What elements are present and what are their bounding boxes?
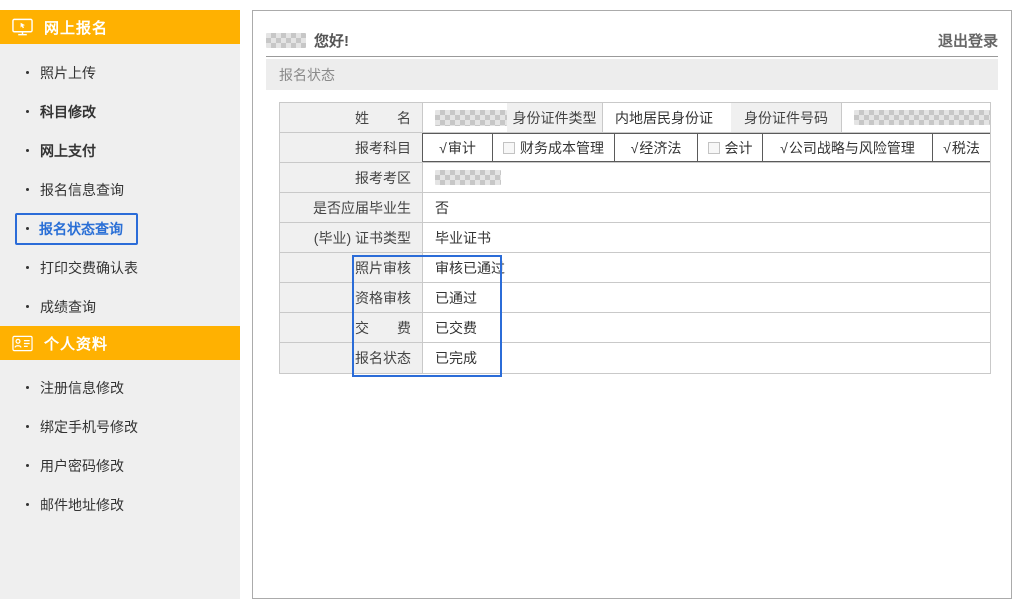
sidebar-item-password-modify[interactable]: 用户密码修改 — [0, 446, 240, 485]
main-panel: 您好! 退出登录 报名状态 姓 名 身份证件类型 内地居民身份证 身份证件号码 — [252, 10, 1012, 599]
qualification-review-value: 已通过 — [422, 283, 990, 312]
monitor-icon — [12, 18, 33, 36]
sidebar-section-personal-info: 个人资料 — [0, 326, 240, 360]
subject-accounting: 会计 — [698, 133, 763, 162]
sidebar: 网上报名 照片上传 科目修改 网上支付 报名信息查询 报名状态查询 打印交费确认… — [0, 10, 240, 599]
check-icon: √ — [631, 140, 639, 156]
table-row-identity: 姓 名 身份证件类型 内地居民身份证 身份证件号码 — [280, 103, 990, 133]
registration-status-label: 报名状态 — [280, 343, 422, 373]
table-row-qualification-review: 资格审核 已通过 — [280, 283, 990, 313]
bullet-icon — [26, 266, 29, 269]
greeting-text: 您好! — [314, 30, 349, 51]
header-divider — [266, 56, 998, 57]
subjects-label: 报考科目 — [280, 133, 422, 162]
redacted-username — [266, 33, 306, 48]
table-row-registration-status: 报名状态 已完成 — [280, 343, 990, 373]
name-label: 姓 名 — [280, 103, 422, 132]
logout-link[interactable]: 退出登录 — [938, 30, 998, 51]
sidebar-item-registration-info-query[interactable]: 报名信息查询 — [0, 170, 240, 209]
id-number-label: 身份证件号码 — [731, 103, 841, 132]
exam-district-label: 报考考区 — [280, 163, 422, 192]
subjects-cells: √ 审计 财务成本管理 √ 经济法 会计 — [422, 133, 990, 162]
status-table-wrapper: 姓 名 身份证件类型 内地居民身份证 身份证件号码 报考科目 √ 审计 — [279, 102, 991, 374]
id-type-value: 内地居民身份证 — [602, 103, 731, 132]
subject-audit: √ 审计 — [423, 133, 493, 162]
redacted-exam-district — [435, 170, 501, 185]
sidebar-item-photo-upload[interactable]: 照片上传 — [0, 53, 240, 92]
panel-header: 您好! 退出登录 — [266, 25, 998, 55]
subject-financial-cost-management: 财务成本管理 — [493, 133, 615, 162]
section-title: 报名状态 — [279, 65, 335, 85]
bullet-icon — [26, 425, 29, 428]
selected-item-outline: 报名状态查询 — [15, 213, 138, 245]
table-row-fresh-graduate: 是否应届毕业生 否 — [280, 193, 990, 223]
check-icon: √ — [943, 140, 951, 156]
sidebar-item-phone-modify[interactable]: 绑定手机号修改 — [0, 407, 240, 446]
sidebar-item-subject-modify[interactable]: 科目修改 — [0, 92, 240, 131]
sidebar-item-registration-status-query[interactable]: 报名状态查询 — [0, 209, 240, 248]
subject-tax-law: √ 税法 — [933, 133, 990, 162]
greeting: 您好! — [266, 30, 349, 51]
table-row-exam-district: 报考考区 — [280, 163, 990, 193]
sidebar-section-online-registration: 网上报名 — [0, 10, 240, 44]
certificate-type-label: (毕业) 证书类型 — [280, 223, 422, 252]
photo-review-label: 照片审核 — [280, 253, 422, 282]
photo-review-value: 审核已通过 — [422, 253, 990, 282]
name-value — [422, 103, 507, 132]
check-icon: √ — [780, 140, 788, 156]
sidebar-item-registration-info-modify[interactable]: 注册信息修改 — [0, 368, 240, 407]
exam-district-value — [422, 163, 990, 192]
id-card-icon — [12, 335, 33, 352]
sidebar-item-print-payment-confirmation[interactable]: 打印交费确认表 — [0, 248, 240, 287]
subject-strategy-risk: √ 公司战略与风险管理 — [763, 133, 933, 162]
bullet-icon — [26, 227, 29, 230]
fresh-graduate-label: 是否应届毕业生 — [280, 193, 422, 222]
bullet-icon — [26, 71, 29, 74]
checkbox-unchecked-icon — [503, 142, 515, 154]
qualification-review-label: 资格审核 — [280, 283, 422, 312]
table-row-photo-review: 照片审核 审核已通过 — [280, 253, 990, 283]
id-type-label: 身份证件类型 — [507, 103, 602, 132]
table-row-subjects: 报考科目 √ 审计 财务成本管理 √ 经济法 — [280, 133, 990, 163]
id-number-value — [841, 103, 990, 132]
sidebar-section1-title: 网上报名 — [44, 17, 108, 38]
payment-label: 交 费 — [280, 313, 422, 342]
sidebar-item-email-modify[interactable]: 邮件地址修改 — [0, 485, 240, 524]
table-row-certificate-type: (毕业) 证书类型 毕业证书 — [280, 223, 990, 253]
registration-status-value: 已完成 — [422, 343, 990, 373]
bullet-icon — [26, 305, 29, 308]
table-row-payment: 交 费 已交费 — [280, 313, 990, 343]
bullet-icon — [26, 464, 29, 467]
sidebar-section2-title: 个人资料 — [44, 333, 108, 354]
bullet-icon — [26, 503, 29, 506]
status-table: 姓 名 身份证件类型 内地居民身份证 身份证件号码 报考科目 √ 审计 — [279, 102, 991, 374]
sidebar-menu-registration: 照片上传 科目修改 网上支付 报名信息查询 报名状态查询 打印交费确认表 成绩查… — [0, 53, 240, 326]
subject-economic-law: √ 经济法 — [615, 133, 698, 162]
sidebar-menu-personal: 注册信息修改 绑定手机号修改 用户密码修改 邮件地址修改 — [0, 368, 240, 524]
redacted-id-number — [854, 110, 990, 125]
payment-value: 已交费 — [422, 313, 990, 342]
bullet-icon — [26, 188, 29, 191]
section-title-bar: 报名状态 — [266, 59, 998, 90]
sidebar-item-score-query[interactable]: 成绩查询 — [0, 287, 240, 326]
certificate-type-value: 毕业证书 — [422, 223, 990, 252]
checkbox-unchecked-icon — [708, 142, 720, 154]
fresh-graduate-value: 否 — [422, 193, 990, 222]
bullet-icon — [26, 149, 29, 152]
check-icon: √ — [439, 140, 447, 156]
sidebar-item-online-payment[interactable]: 网上支付 — [0, 131, 240, 170]
bullet-icon — [26, 386, 29, 389]
bullet-icon — [26, 110, 29, 113]
redacted-name — [435, 110, 507, 126]
